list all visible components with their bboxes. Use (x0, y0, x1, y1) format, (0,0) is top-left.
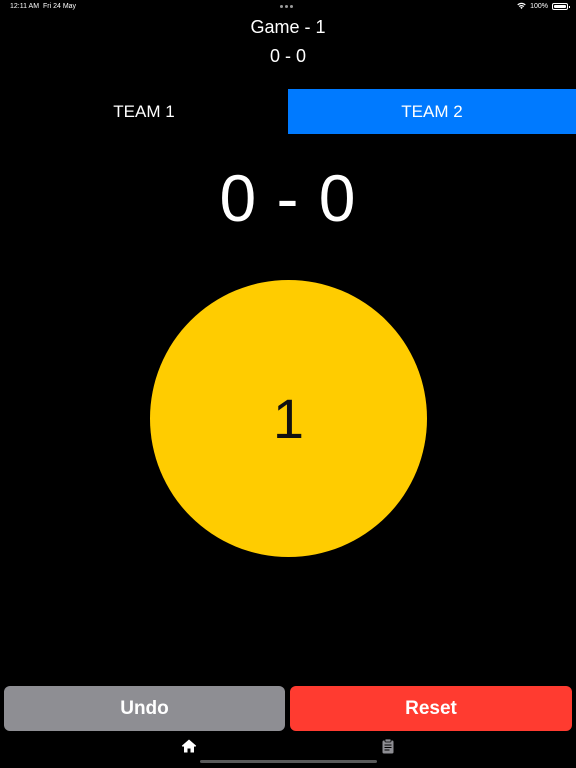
reset-button[interactable]: Reset (290, 686, 572, 731)
multitasking-dots-icon[interactable] (280, 5, 293, 8)
main-score: 0 - 0 (219, 161, 357, 235)
clipboard-icon[interactable] (380, 738, 396, 754)
undo-button[interactable]: Undo (4, 686, 285, 731)
home-icon[interactable] (181, 738, 197, 754)
status-right: 100% (517, 2, 570, 10)
add-point-button[interactable]: 1 (150, 280, 427, 557)
tab-team-1[interactable]: TEAM 1 (0, 89, 288, 134)
status-time: 12:11 AM (10, 3, 40, 10)
status-bar: 12:11 AM Fri 24 May 100% (0, 0, 576, 14)
battery-percent: 100% (530, 2, 548, 10)
home-indicator (200, 760, 377, 763)
tab-team-2[interactable]: TEAM 2 (288, 89, 576, 134)
status-date: Fri 24 May (43, 3, 77, 10)
team-tabs: TEAM 1 TEAM 2 (0, 89, 576, 134)
game-score: 0 - 0 (269, 46, 307, 66)
wifi-icon (517, 2, 526, 9)
game-title: Game - 1 (250, 17, 326, 37)
battery-icon (552, 2, 570, 10)
